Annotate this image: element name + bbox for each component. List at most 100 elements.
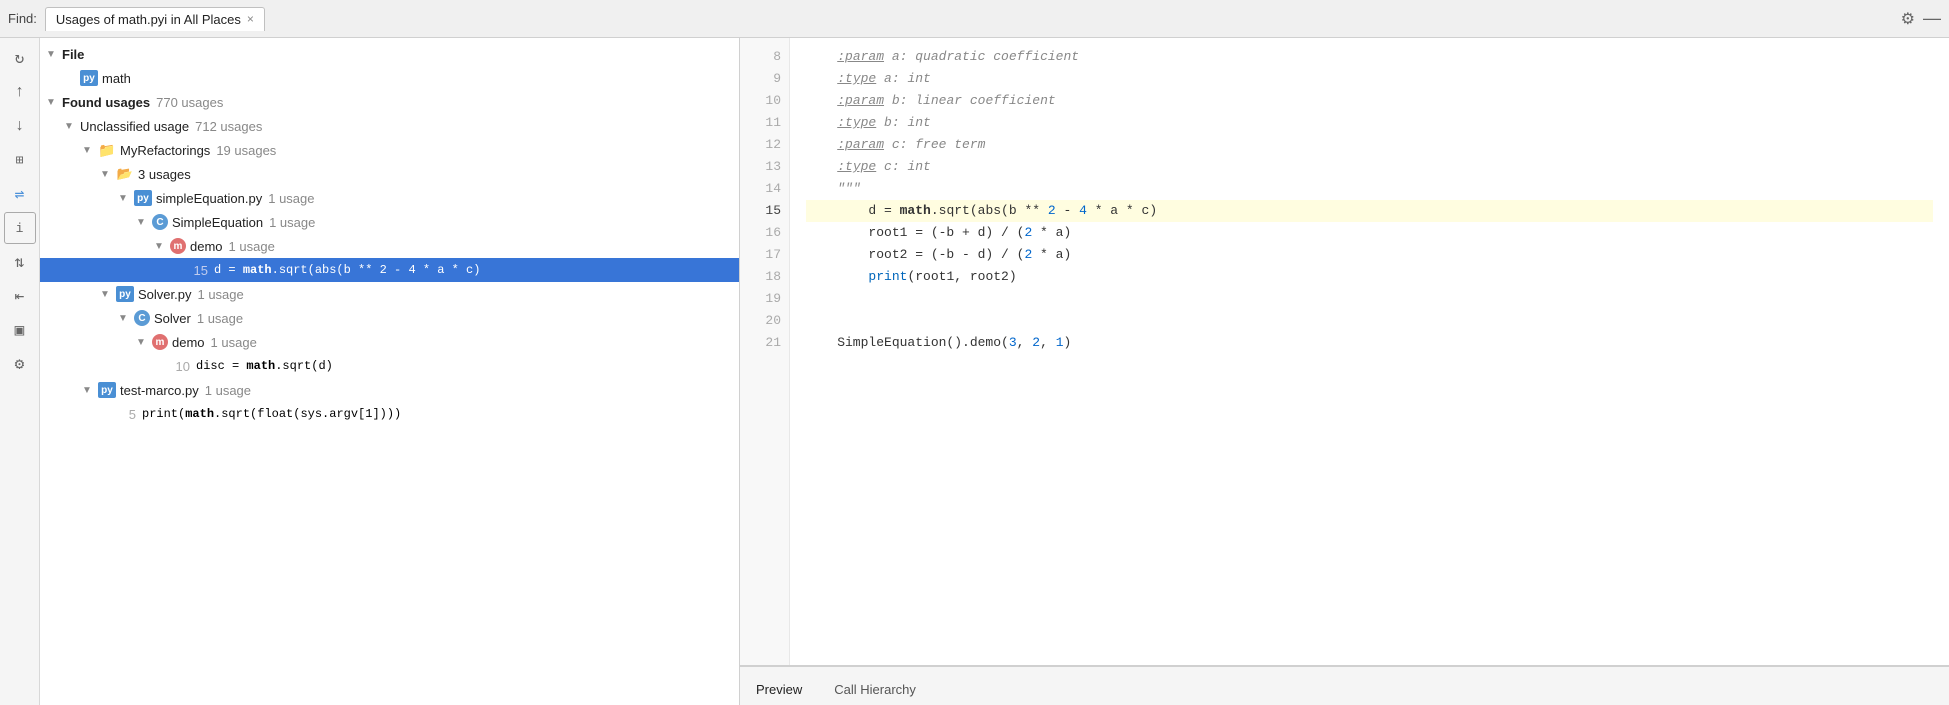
unclassified-label: Unclassified usage — [80, 119, 189, 134]
code-line-16: root1 = (-b + d) / (2 * a) — [806, 222, 1933, 244]
code-line-8: :param a: quadratic coefficient — [806, 46, 1933, 68]
up-icon[interactable]: ↑ — [4, 76, 36, 108]
minimize-button[interactable]: — — [1923, 8, 1941, 29]
solver-class-count: 1 usage — [197, 311, 243, 326]
folder-icon-2: 📂 — [116, 165, 134, 183]
tab-preview[interactable]: Preview — [740, 676, 818, 705]
tree-row-solver-class[interactable]: ▼ C Solver 1 usage — [40, 306, 739, 330]
ln-9: 9 — [773, 68, 781, 90]
class-c-icon: C — [152, 214, 168, 230]
disc-line-num: 10 — [170, 359, 190, 374]
ln-21: 21 — [765, 332, 781, 354]
tree-row-demo-solver[interactable]: ▼ m demo 1 usage — [40, 330, 739, 354]
demo-method-label: demo — [190, 239, 223, 254]
refresh-icon[interactable]: ↻ — [4, 42, 36, 74]
tree-row-simpleequation-py[interactable]: ▼ py simpleEquation.py 1 usage — [40, 186, 739, 210]
ln-20: 20 — [765, 310, 781, 332]
code-line-9: :type a: int — [806, 68, 1933, 90]
print-snippet: print(math.sqrt(float(sys.argv[1]))) — [142, 407, 401, 421]
tree-file-label: File — [62, 47, 84, 62]
tree-row-solver-py[interactable]: ▼ py Solver.py 1 usage — [40, 282, 739, 306]
group-icon[interactable]: ⊞ — [4, 144, 36, 176]
down-icon[interactable]: ↓ — [4, 110, 36, 142]
tree-math-label: math — [102, 71, 131, 86]
myrefactorings-label: MyRefactorings — [120, 143, 210, 158]
editor-panel: 8 9 10 11 12 13 14 15 16 17 18 19 20 21 … — [740, 38, 1949, 705]
tree-row-selected-line[interactable]: 15 d = math.sqrt(abs(b ** 2 - 4 * a * c) — [40, 258, 739, 282]
tree-row-demo-method[interactable]: ▼ m demo 1 usage — [40, 234, 739, 258]
sort-icon[interactable]: ⇅ — [4, 246, 36, 278]
merge-icon[interactable]: ⇌ — [4, 178, 36, 210]
tree-row-print-line[interactable]: 5 print(math.sqrt(float(sys.argv[1]))) — [40, 402, 739, 426]
disc-snippet: disc = math.sqrt(d) — [196, 359, 333, 373]
print-line-num: 5 — [116, 407, 136, 422]
code-area[interactable]: :param a: quadratic coefficient :type a:… — [790, 38, 1949, 665]
py-icon-solver: py — [116, 286, 134, 302]
tree-row-simpleequation-class[interactable]: ▼ C SimpleEquation 1 usage — [40, 210, 739, 234]
file-tree-panel: ▼ File py math ▼ Found usages 770 usages… — [40, 38, 740, 705]
ln-18: 18 — [765, 266, 781, 288]
file-tree-content[interactable]: ▼ File py math ▼ Found usages 770 usages… — [40, 38, 739, 705]
tree-row-math[interactable]: py math — [40, 66, 739, 90]
tree-row-disc-line[interactable]: 10 disc = math.sqrt(d) — [40, 354, 739, 378]
simpleequation-py-count: 1 usage — [268, 191, 314, 206]
settings-button[interactable]: ⚙ — [1901, 9, 1915, 29]
ln-16: 16 — [765, 222, 781, 244]
testmarco-py-count: 1 usage — [205, 383, 251, 398]
code-line-20 — [806, 310, 1933, 332]
ln-14: 14 — [765, 178, 781, 200]
gear-icon[interactable]: ⚙ — [4, 348, 36, 380]
found-usages-count: 770 usages — [156, 95, 223, 110]
code-line-18: print(root1, root2) — [806, 266, 1933, 288]
method-m-icon-solver: m — [152, 334, 168, 350]
simpleequation-class-count: 1 usage — [269, 215, 315, 230]
unclassified-count: 712 usages — [195, 119, 262, 134]
info-icon[interactable]: i — [4, 212, 36, 244]
solver-py-count: 1 usage — [197, 287, 243, 302]
editor-content: 8 9 10 11 12 13 14 15 16 17 18 19 20 21 … — [740, 38, 1949, 665]
find-bar: Find: Usages of math.pyi in All Places ×… — [0, 0, 1949, 38]
line-num: 15 — [188, 263, 208, 278]
tree-row-myrefactorings[interactable]: ▼ 📁 MyRefactorings 19 usages — [40, 138, 739, 162]
ln-17: 17 — [765, 244, 781, 266]
py-icon-2: py — [134, 190, 152, 206]
tree-row-unclassified[interactable]: ▼ Unclassified usage 712 usages — [40, 114, 739, 138]
tree-row-testmarco-py[interactable]: ▼ py test-marco.py 1 usage — [40, 378, 739, 402]
demo-solver-label: demo — [172, 335, 205, 350]
find-tab-title: Usages of math.pyi in All Places — [56, 12, 241, 27]
panel-icon[interactable]: ▣ — [4, 314, 36, 346]
code-line-17: root2 = (-b - d) / (2 * a) — [806, 244, 1933, 266]
demo-method-count: 1 usage — [229, 239, 275, 254]
ln-8: 8 — [773, 46, 781, 68]
tree-row-3usages[interactable]: ▼ 📂 3 usages — [40, 162, 739, 186]
find-tab-close[interactable]: × — [247, 12, 254, 26]
demo-solver-count: 1 usage — [211, 335, 257, 350]
tree-row-found-usages[interactable]: ▼ Found usages 770 usages — [40, 90, 739, 114]
ln-15: 15 — [765, 200, 781, 222]
solver-py-label: Solver.py — [138, 287, 191, 302]
simpleequation-class-label: SimpleEquation — [172, 215, 263, 230]
class-c-icon-solver: C — [134, 310, 150, 326]
code-line-15: d = math.sqrt(abs(b ** 2 - 4 * a * c) — [806, 200, 1933, 222]
folder-icon: 📁 — [98, 141, 116, 159]
ln-11: 11 — [765, 112, 781, 134]
main-area: ↻ ↑ ↓ ⊞ ⇌ i ⇅ ⇤ ▣ ⚙ ▼ File py math — [0, 38, 1949, 705]
sidebar-icons: ↻ ↑ ↓ ⊞ ⇌ i ⇅ ⇤ ▣ ⚙ — [0, 38, 40, 705]
code-line-10: :param b: linear coefficient — [806, 90, 1933, 112]
py-icon-testmarco: py — [98, 382, 116, 398]
ln-12: 12 — [765, 134, 781, 156]
bottom-tabs: Preview Call Hierarchy — [740, 665, 1949, 705]
collapse-icon[interactable]: ⇤ — [4, 280, 36, 312]
find-tab[interactable]: Usages of math.pyi in All Places × — [45, 7, 265, 31]
code-line-11: :type b: int — [806, 112, 1933, 134]
code-line-13: :type c: int — [806, 156, 1933, 178]
tree-row-file[interactable]: ▼ File — [40, 42, 739, 66]
code-snippet-selected: d = math.sqrt(abs(b ** 2 - 4 * a * c) — [214, 263, 480, 277]
3usages-label: 3 usages — [138, 167, 191, 182]
myrefactorings-count: 19 usages — [216, 143, 276, 158]
code-line-21: SimpleEquation().demo(3, 2, 1) — [806, 332, 1933, 354]
tab-call-hierarchy[interactable]: Call Hierarchy — [818, 676, 932, 705]
line-numbers: 8 9 10 11 12 13 14 15 16 17 18 19 20 21 — [740, 38, 790, 665]
ln-10: 10 — [765, 90, 781, 112]
find-bar-right: ⚙ — — [1901, 8, 1941, 29]
